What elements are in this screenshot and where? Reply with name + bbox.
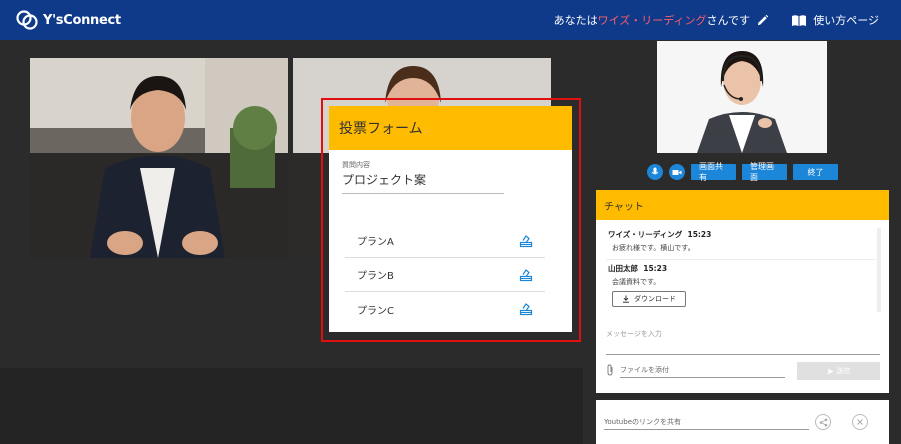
user-name: ワイズ・リーディング (597, 14, 707, 27)
vote-option-c[interactable]: プランC (345, 292, 545, 326)
user-prefix: あなたは (553, 14, 598, 27)
vote-option-label: プランA (357, 237, 394, 248)
mic-icon (651, 167, 659, 175)
youtube-link-input[interactable]: Youtubeのリンクを共有 (604, 414, 809, 430)
guide-link[interactable]: 使い方ページ (791, 12, 879, 28)
manage-screen-button[interactable]: 管理画面 (742, 162, 787, 182)
message-time: 15:23 (687, 230, 712, 239)
chat-messages: ワイズ・リーディング 15:23 お疲れ様です。横山です。 山田太郎 15:23… (606, 226, 876, 312)
close-icon (857, 419, 863, 425)
guide-label: 使い方ページ (813, 14, 879, 27)
youtube-panel: Youtubeのリンクを共有 (596, 400, 889, 444)
download-button[interactable]: ダウンロード (612, 291, 686, 307)
download-label: ダウンロード (634, 295, 676, 303)
vote-form: 投票フォーム 質問内容 プロジェクト案 プランA プランB プランC (329, 106, 572, 332)
message-meta: 山田太郎 15:23 (608, 263, 874, 274)
camera-toggle-button[interactable] (669, 164, 685, 180)
message-time: 15:23 (643, 264, 668, 273)
screen-share-button[interactable]: 画面共有 (691, 162, 736, 182)
app-header: Y'sConnect あなたは ワイズ・リーディング さんです 使い方ページ (0, 0, 901, 40)
participant-video (30, 58, 288, 258)
vote-icon[interactable] (519, 302, 533, 316)
stage-footer (0, 368, 583, 444)
self-video (657, 41, 827, 153)
question-label: 質問内容 (342, 161, 370, 169)
message-author: ワイズ・リーディング (608, 230, 683, 239)
message-text: お疲れ様です。横山です。 (612, 244, 695, 252)
download-icon (623, 295, 629, 303)
chat-panel: チャット ワイズ・リーディング 15:23 お疲れ様です。横山です。 山田太郎 … (596, 190, 889, 393)
logo-icon (16, 10, 38, 30)
file-attach-field[interactable]: ファイルを添付 (620, 362, 785, 378)
send-label: 送信 (836, 367, 851, 375)
attach-row: ファイルを添付 (606, 362, 785, 378)
message-text: 会議資料です。 (612, 278, 661, 286)
vote-form-title: 投票フォーム (329, 106, 572, 150)
vote-option-label: プランC (357, 305, 394, 317)
vote-option-label: プランB (357, 271, 394, 282)
camera-icon (672, 169, 682, 175)
send-button[interactable]: 送信 (797, 362, 880, 380)
user-suffix: さんです (706, 14, 750, 27)
chat-title: チャット (596, 190, 889, 220)
clear-button[interactable] (852, 414, 868, 430)
vote-option-b[interactable]: プランB (345, 258, 545, 292)
edit-name-icon[interactable] (756, 14, 769, 27)
vote-icon[interactable] (519, 234, 533, 248)
share-button[interactable] (815, 414, 831, 430)
mic-toggle-button[interactable] (647, 164, 663, 180)
question-value: プロジェクト案 (342, 171, 504, 194)
logo[interactable]: Y'sConnect (16, 9, 121, 31)
share-icon (819, 418, 827, 426)
chat-scrollbar[interactable] (877, 228, 881, 312)
end-call-button[interactable]: 終了 (793, 164, 838, 180)
send-icon (827, 368, 833, 374)
vote-option-a[interactable]: プランA (345, 224, 545, 258)
chat-message: ワイズ・リーディング 15:23 お疲れ様です。横山です。 (606, 226, 876, 260)
current-user: あなたは ワイズ・リーディング さんです (554, 12, 769, 28)
vote-icon[interactable] (519, 268, 533, 282)
message-author: 山田太郎 (608, 264, 638, 273)
video-tile-participant-1[interactable] (30, 58, 288, 258)
message-input[interactable]: メッセージを入力 (606, 323, 880, 355)
paperclip-icon[interactable] (606, 364, 614, 376)
call-controls: 画面共有 管理画面 終了 (647, 162, 838, 182)
logo-text: Y'sConnect (43, 12, 121, 28)
message-meta: ワイズ・リーディング 15:23 (608, 229, 874, 240)
chat-message: 山田太郎 15:23 会議資料です。 ダウンロード (606, 260, 876, 312)
book-icon (792, 14, 807, 26)
video-tile-self[interactable] (657, 41, 827, 153)
